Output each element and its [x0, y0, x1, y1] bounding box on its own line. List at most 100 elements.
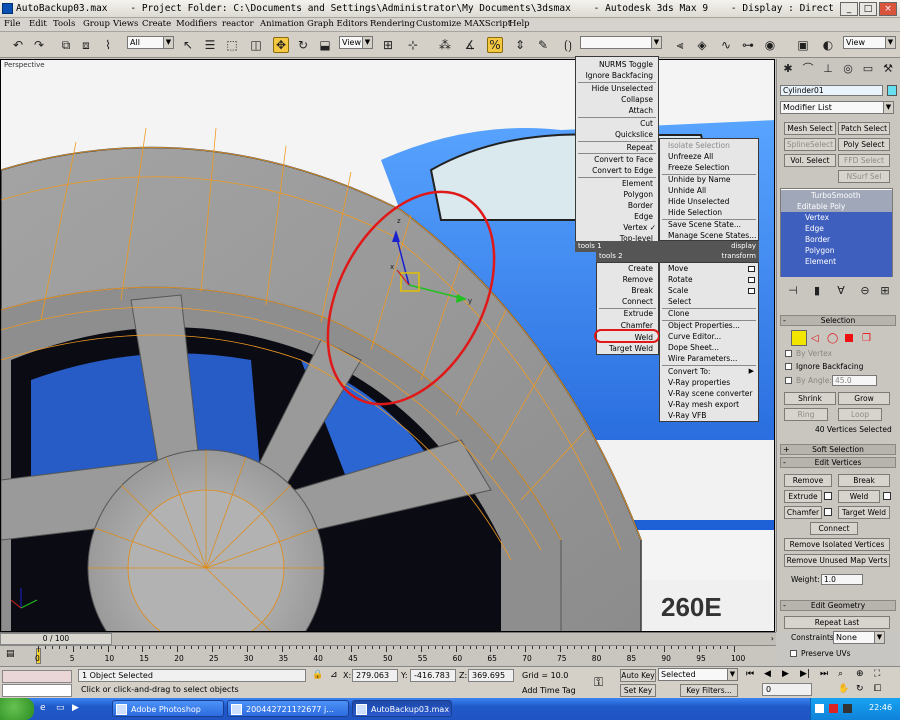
poly-select-button[interactable]: Poly Select	[838, 138, 890, 151]
settings-box-icon[interactable]	[748, 266, 755, 272]
select-link-icon[interactable]: ⧉	[58, 37, 74, 53]
minimize-button[interactable]: _	[840, 2, 858, 16]
play-icon[interactable]: ▶	[782, 669, 789, 679]
orbit-icon[interactable]: ↻	[856, 684, 864, 694]
start-button[interactable]	[0, 698, 34, 720]
menu-edit[interactable]: Edit	[29, 19, 47, 29]
quick-launch-media-icon[interactable]: ▶	[72, 703, 79, 713]
create-tab-icon[interactable]: ✱	[780, 61, 796, 77]
qm-freeze-selection[interactable]: Freeze Selection	[660, 162, 758, 173]
ignore-backfacing-checkbox[interactable]	[785, 363, 792, 370]
current-frame-field[interactable]: 0	[762, 683, 812, 696]
modifier-list-dropdown[interactable]: Modifier List ▼	[780, 101, 894, 114]
layer-manager-icon[interactable]: ◈	[694, 37, 710, 53]
qm-vertex[interactable]: Vertex ✓	[576, 222, 658, 233]
qm-attach[interactable]: Attach	[576, 105, 658, 116]
qm-select[interactable]: Select	[660, 296, 758, 307]
menu-create[interactable]: Create	[142, 19, 171, 29]
qm-move[interactable]: Move	[660, 263, 758, 274]
menu-group[interactable]: Group	[83, 19, 110, 29]
qm-rotate[interactable]: Rotate	[660, 274, 758, 285]
qm-curve-editor[interactable]: Curve Editor...	[660, 331, 758, 342]
qm-polygon[interactable]: Polygon	[576, 189, 658, 200]
zoom-extents-icon[interactable]: ⛶	[874, 669, 880, 679]
key-icon[interactable]: ⚿	[594, 675, 603, 690]
selection-rollout[interactable]: - Selection	[780, 315, 896, 326]
time-slider[interactable]: 0 / 100 ›	[0, 632, 776, 645]
redo-icon[interactable]: ↷	[31, 37, 47, 53]
qm-ignore-backfacing[interactable]: Ignore Backfacing	[576, 70, 658, 81]
close-button[interactable]: ×	[879, 2, 897, 16]
select-by-name-icon[interactable]: ☰	[202, 37, 218, 53]
qm-create[interactable]: Create	[597, 263, 658, 274]
by-angle-field[interactable]: 45.0	[832, 375, 877, 386]
qm-extrude[interactable]: Extrude	[597, 308, 658, 319]
select-manipulate-icon[interactable]: ⊹	[405, 37, 421, 53]
key-mode-dropdown[interactable]: Selected ▼	[658, 668, 738, 681]
hierarchy-tab-icon[interactable]: ⊥	[820, 61, 836, 77]
qm-convert-to-edge[interactable]: Convert to Edge	[576, 165, 658, 176]
settings-box-icon[interactable]	[748, 288, 755, 294]
patch-select-button[interactable]: Patch Select	[838, 122, 890, 135]
named-selection-dropdown[interactable]: ▼	[580, 36, 662, 49]
qm-repeat[interactable]: Repeat	[576, 142, 658, 153]
material-editor-icon[interactable]: ◉	[762, 37, 778, 53]
next-key-icon[interactable]: ▶|	[800, 669, 810, 679]
constraints-dropdown[interactable]: None ▼	[833, 631, 885, 644]
loop-button[interactable]: Loop	[838, 408, 882, 421]
quick-launch-ie-icon[interactable]: e	[40, 703, 46, 713]
ring-button[interactable]: Ring	[784, 408, 828, 421]
stack-edge[interactable]: Edge	[781, 223, 892, 234]
qm-edge[interactable]: Edge	[576, 211, 658, 222]
qm-object-properties[interactable]: Object Properties...	[660, 320, 758, 331]
selection-filter-dropdown[interactable]: All ▼	[127, 36, 174, 49]
show-end-result-icon[interactable]: ▮	[809, 283, 825, 299]
make-unique-icon[interactable]: ∀	[833, 283, 849, 299]
menu-animation[interactable]: Animation	[260, 19, 304, 29]
remove-isolated-button[interactable]: Remove Isolated Vertices	[784, 538, 890, 551]
zoom-all-icon[interactable]: ⊕	[856, 669, 864, 679]
maxscript-listener[interactable]	[2, 670, 72, 683]
angle-snap-icon[interactable]: ∡	[462, 37, 478, 53]
percent-snap-icon[interactable]: %	[487, 37, 503, 53]
x-coordinate[interactable]: 279.063	[352, 669, 398, 682]
shrink-button[interactable]: Shrink	[784, 392, 836, 405]
render-scene-icon[interactable]: ▣	[795, 37, 811, 53]
select-object-icon[interactable]: ↖	[180, 37, 196, 53]
task-3dsmax[interactable]: AutoBackup03.max ...	[352, 700, 452, 717]
remove-unused-map-verts-button[interactable]: Remove Unused Map Verts	[784, 554, 890, 567]
mesh-select-button[interactable]: Mesh Select	[784, 122, 836, 135]
qm-hide-selection[interactable]: Hide Selection	[660, 207, 758, 218]
qm-border[interactable]: Border	[576, 200, 658, 211]
qm-dope-sheet[interactable]: Dope Sheet...	[660, 342, 758, 353]
qm-nurms-toggle[interactable]: NURMS Toggle	[576, 59, 658, 70]
edit-vertices-rollout[interactable]: - Edit Vertices	[780, 457, 896, 468]
stack-editable-poly[interactable]: Editable Poly	[781, 201, 892, 212]
spinner-snap-icon[interactable]: ⇕	[512, 37, 528, 53]
nsurf-sel-button[interactable]: NSurf Sel	[838, 170, 890, 183]
maximize-button[interactable]: □	[859, 2, 877, 16]
repeat-last-button[interactable]: Repeat Last	[784, 616, 890, 629]
connect-button[interactable]: Connect	[810, 522, 858, 535]
auto-key-button[interactable]: Auto Key	[620, 669, 656, 682]
menu-customize[interactable]: Customize	[416, 19, 461, 29]
viewport-label[interactable]: Perspective	[4, 61, 45, 69]
set-key-button[interactable]: Set Key	[620, 684, 656, 697]
stack-turbosmooth[interactable]: TurboSmooth	[781, 190, 892, 201]
edge-mode-icon[interactable]: ◁	[811, 333, 819, 344]
y-coordinate[interactable]: -416.783	[410, 669, 456, 682]
scale-icon[interactable]: ⬓	[317, 37, 333, 53]
quick-launch-desktop-icon[interactable]: ▭	[56, 703, 65, 713]
by-vertex-checkbox[interactable]	[785, 350, 792, 357]
utilities-tab-icon[interactable]: ⚒	[880, 61, 896, 77]
move-icon[interactable]: ✥	[273, 37, 289, 53]
track-bar[interactable]: ▤ 0 5 10 15 20 25 30 35 40 45 50 55 60 65 70 75 80 85 90 95…	[0, 645, 776, 666]
qm-unfreeze-all[interactable]: Unfreeze All	[660, 151, 758, 162]
edit-named-sel-icon[interactable]: ✎	[535, 37, 551, 53]
remove-modifier-icon[interactable]: ⊖	[857, 283, 873, 299]
qm-wire-parameters[interactable]: Wire Parameters...	[660, 353, 758, 364]
spline-select-button[interactable]: SplineSelect	[784, 138, 836, 151]
app-icon[interactable]	[2, 3, 13, 14]
qm-target-weld[interactable]: Target Weld	[597, 343, 658, 354]
by-angle-checkbox[interactable]	[785, 377, 792, 384]
